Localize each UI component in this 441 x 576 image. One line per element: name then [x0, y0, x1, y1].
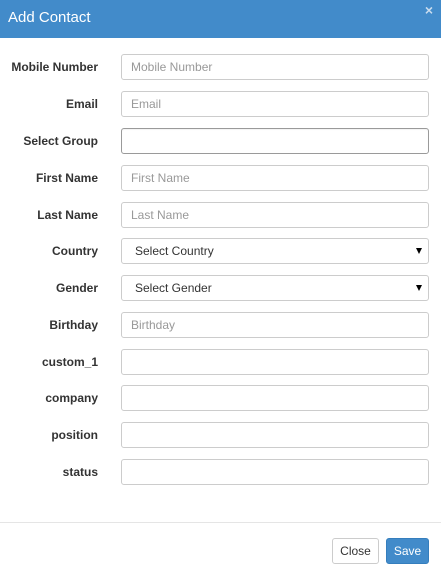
caret-down-icon [416, 285, 422, 291]
custom-1-row: custom_1 [0, 349, 441, 375]
close-button[interactable]: Close [332, 538, 379, 564]
mobile-number-input[interactable] [121, 54, 429, 80]
custom-1-label: custom_1 [41, 355, 98, 369]
first-name-label: First Name [35, 171, 98, 185]
status-row: status [0, 459, 441, 485]
birthday-label: Birthday [49, 318, 98, 332]
birthday-row: Birthday [0, 312, 441, 338]
modal-footer: Close Save [0, 522, 441, 576]
position-input[interactable] [121, 422, 429, 448]
close-icon[interactable]: × [425, 3, 433, 17]
first-name-input[interactable] [121, 165, 429, 191]
modal-header: Add Contact × [0, 0, 441, 38]
modal-title: Add Contact [8, 9, 91, 26]
select-group-input[interactable] [121, 128, 429, 154]
add-contact-modal: Add Contact × Mobile Number Email Select… [0, 0, 441, 575]
custom-1-input[interactable] [121, 349, 429, 375]
gender-label: Gender [55, 281, 98, 295]
company-row: company [0, 385, 441, 411]
caret-down-icon [416, 248, 422, 254]
country-select[interactable]: Select Country [121, 238, 429, 264]
company-label: company [45, 391, 98, 405]
gender-select-value: Select Gender [135, 281, 212, 295]
last-name-label: Last Name [37, 208, 98, 222]
first-name-row: First Name [0, 165, 441, 191]
gender-select[interactable]: Select Gender [121, 275, 429, 301]
company-input[interactable] [121, 385, 429, 411]
position-label: position [51, 428, 98, 442]
status-input[interactable] [121, 459, 429, 485]
country-label: Country [52, 244, 98, 258]
last-name-input[interactable] [121, 202, 429, 228]
status-label: status [62, 465, 98, 479]
email-input[interactable] [121, 91, 429, 117]
save-button[interactable]: Save [386, 538, 429, 564]
country-row: Country Select Country [0, 238, 441, 264]
position-row: position [0, 422, 441, 448]
select-group-row: Select Group [0, 128, 441, 154]
email-row: Email [0, 91, 441, 117]
country-select-value: Select Country [135, 244, 214, 258]
birthday-input[interactable] [121, 312, 429, 338]
mobile-number-label: Mobile Number [11, 60, 98, 74]
mobile-number-row: Mobile Number [0, 54, 441, 80]
email-label: Email [65, 97, 98, 111]
last-name-row: Last Name [0, 202, 441, 228]
gender-row: Gender Select Gender [0, 275, 441, 301]
select-group-label: Select Group [23, 134, 98, 148]
